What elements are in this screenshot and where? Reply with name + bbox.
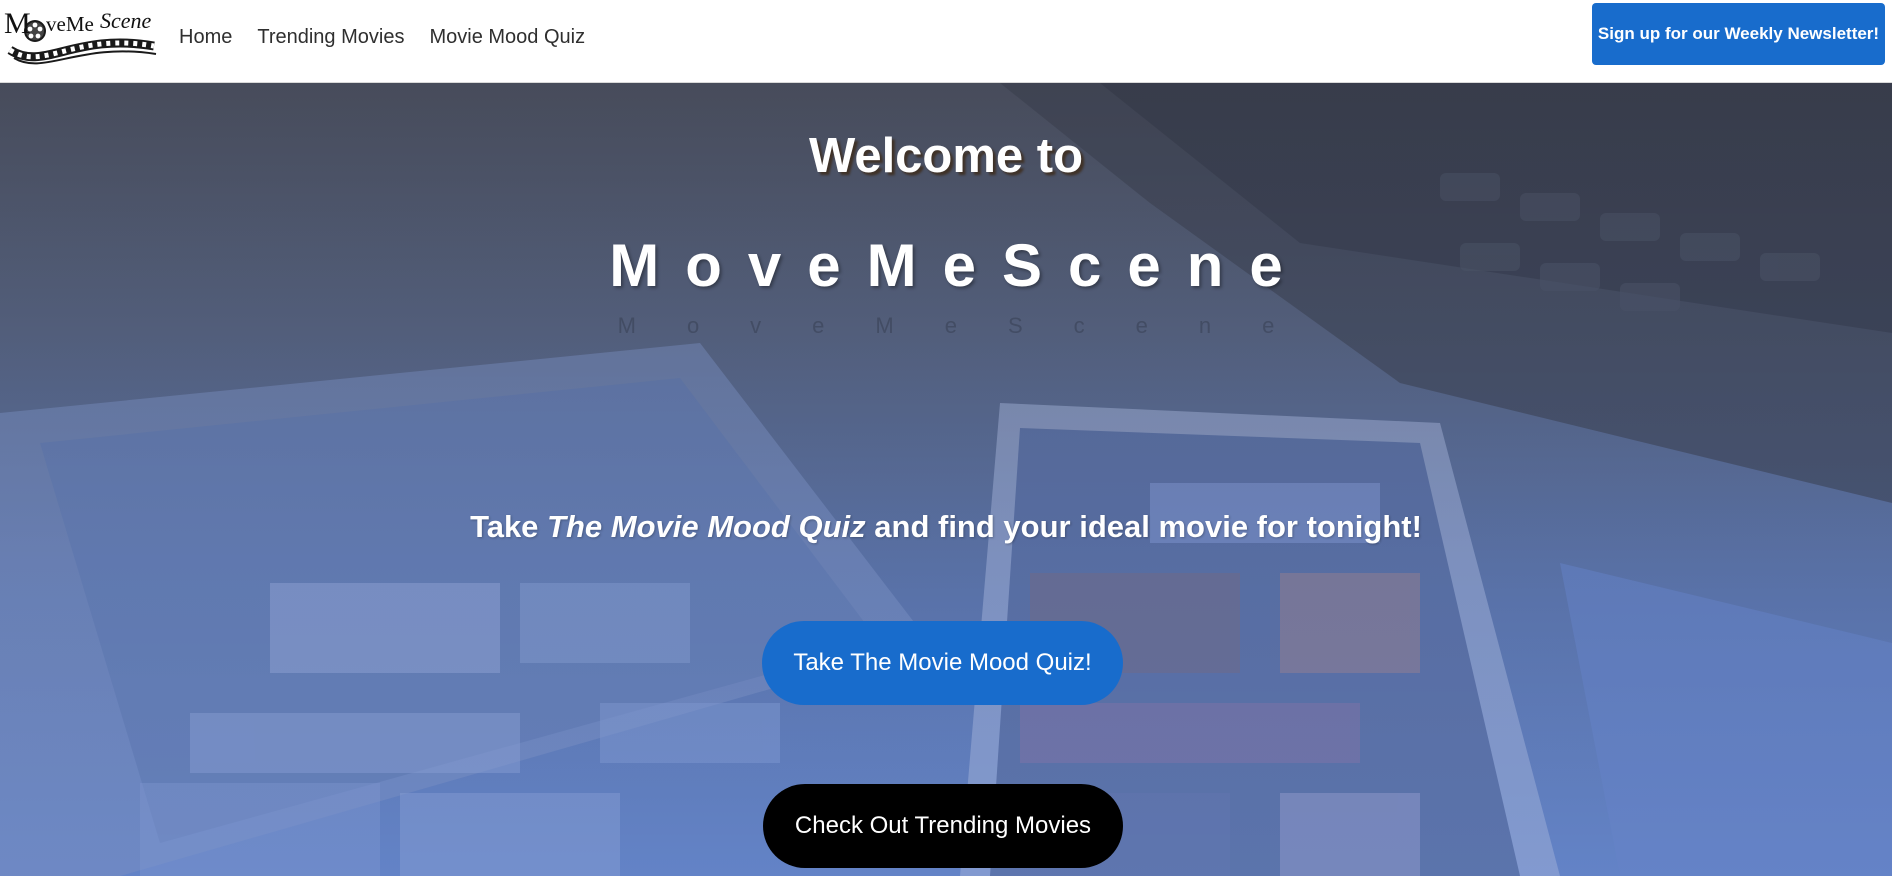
take-quiz-button[interactable]: Take The Movie Mood Quiz!	[762, 621, 1123, 705]
tagline-suffix: and find your ideal movie for tonight!	[865, 509, 1422, 544]
newsletter-signup-button[interactable]: Sign up for our Weekly Newsletter!	[1592, 3, 1885, 65]
nav-link-trending-movies[interactable]: Trending Movies	[257, 26, 404, 49]
brand-title-reflection: MoveMeScene	[617, 313, 1326, 338]
svg-text:Scene: Scene	[100, 8, 152, 33]
brand-title: MoveMeScene	[609, 232, 1309, 299]
hero-overlay	[0, 83, 1892, 876]
svg-text:veMe: veMe	[46, 12, 94, 36]
tagline-quiz-name: The Movie Mood Quiz	[547, 509, 866, 544]
hero-tagline: Take The Movie Mood Quiz and find your i…	[0, 509, 1892, 545]
site-logo[interactable]: M veMe Scene	[4, 2, 158, 76]
tagline-prefix: Take	[470, 509, 548, 544]
trending-movies-button[interactable]: Check Out Trending Movies	[763, 784, 1123, 868]
nav-link-home[interactable]: Home	[179, 26, 232, 49]
nav-link-movie-mood-quiz[interactable]: Movie Mood Quiz	[429, 26, 585, 49]
welcome-heading: Welcome to	[808, 129, 1084, 183]
svg-text:M: M	[4, 7, 31, 40]
film-reel-logo-icon: M veMe Scene	[4, 7, 157, 65]
top-navbar: M veMe Scene Home Trending Movies Movie …	[0, 0, 1892, 83]
main-nav: Home Trending Movies Movie Mood Quiz	[179, 0, 610, 75]
hero-section: Welcome to MoveMeScene MoveMeScene Take …	[0, 83, 1892, 876]
